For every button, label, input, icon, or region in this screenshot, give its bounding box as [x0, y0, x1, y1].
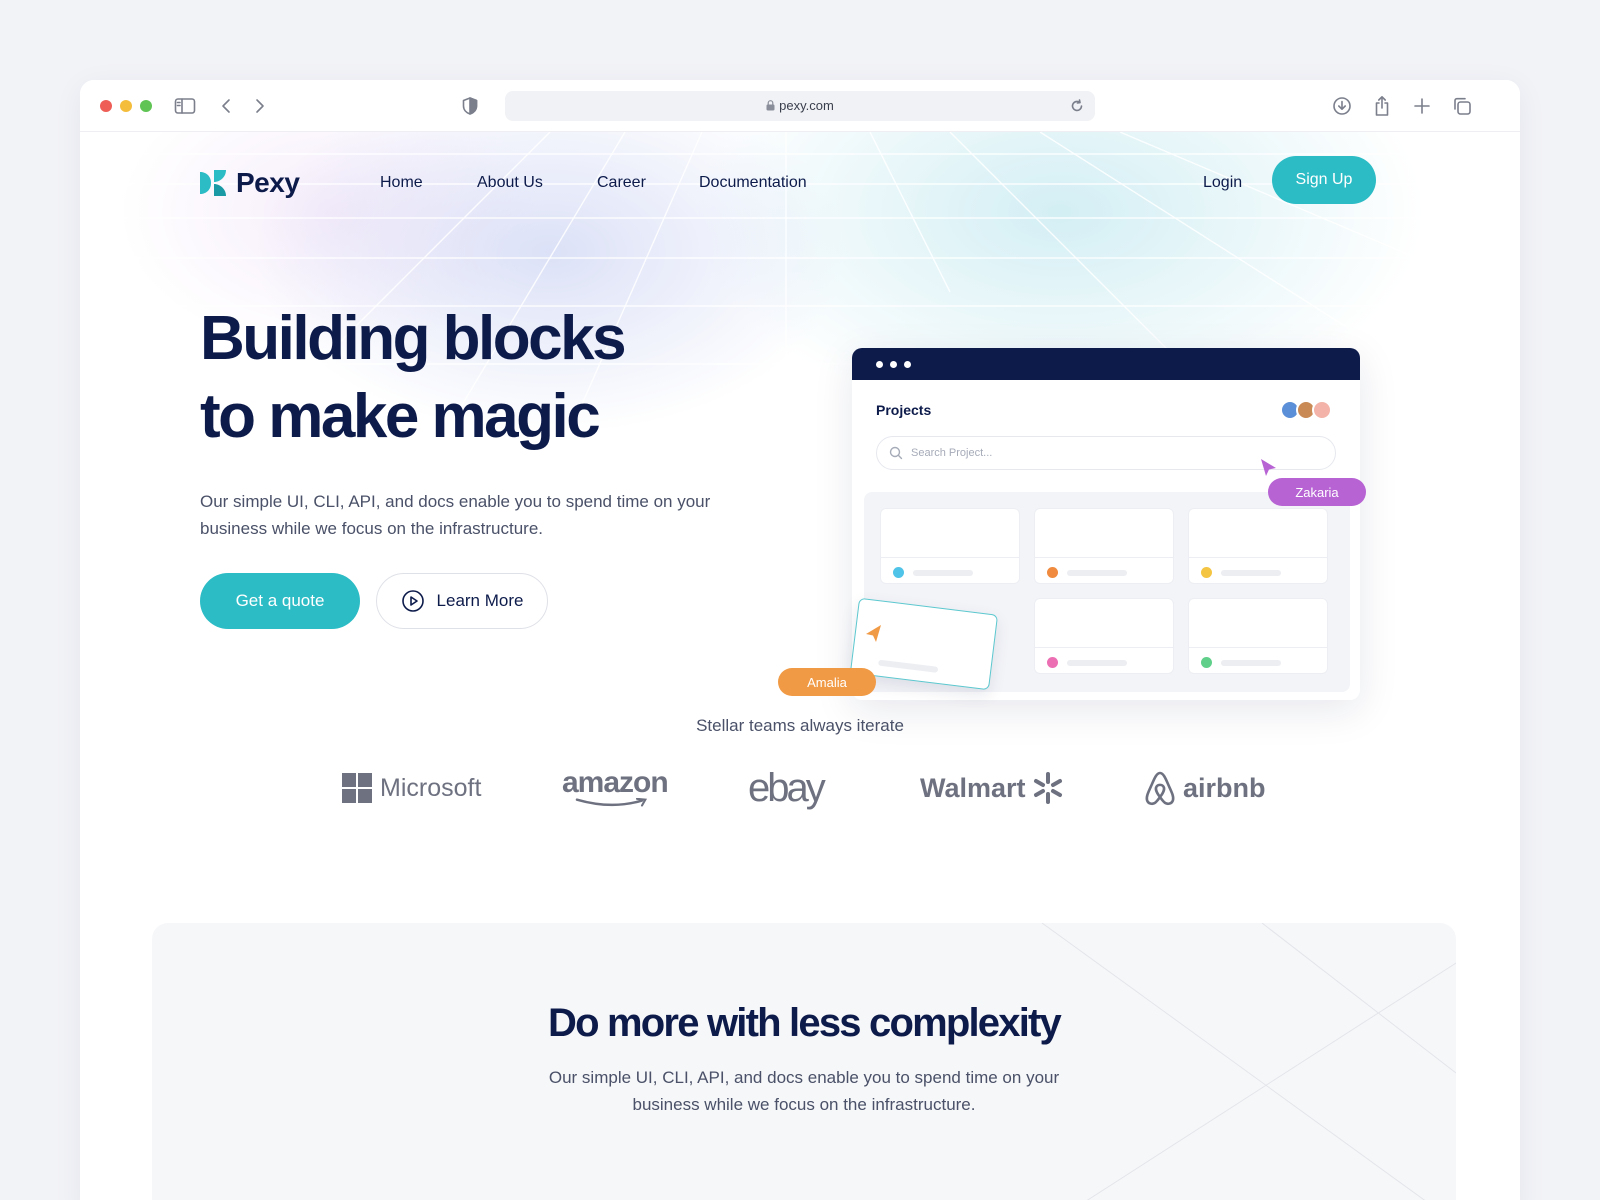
project-card[interactable] — [1034, 598, 1174, 674]
nav-link-about-us[interactable]: About Us — [477, 174, 543, 192]
section-background-lines — [1041, 923, 1456, 1200]
logos-title: Stellar teams always iterate — [696, 716, 904, 735]
pexy-logo-icon — [200, 170, 226, 196]
project-card[interactable] — [1188, 598, 1328, 674]
sidebar-toggle-icon[interactable] — [173, 94, 197, 118]
tab-overview-icon[interactable] — [1450, 94, 1474, 118]
status-dot — [893, 567, 904, 578]
microsoft-windows-icon — [342, 773, 372, 803]
project-card[interactable] — [880, 508, 1020, 584]
minimize-window-button[interactable] — [120, 100, 132, 112]
reload-icon[interactable] — [1065, 94, 1089, 118]
features-section: Do more with less complexity Our simple … — [152, 923, 1456, 1200]
amazon-logo: amazon — [562, 766, 669, 808]
amazon-smile-icon — [575, 798, 648, 807]
browser-window: pexy.com Pexy Home About Us Career Docum… — [80, 80, 1520, 1200]
ebay-logo: ebay — [748, 765, 826, 810]
url-text: pexy.com — [779, 98, 834, 113]
learn-more-button[interactable]: Learn More — [376, 573, 548, 629]
get-a-quote-button[interactable]: Get a quote — [200, 573, 360, 629]
avatar — [1312, 400, 1332, 420]
browser-toolbar: pexy.com — [80, 80, 1520, 132]
hero-section: Pexy Home About Us Career Documentation … — [80, 132, 1520, 752]
close-window-button[interactable] — [100, 100, 112, 112]
amazon-wordmark: amazon — [562, 766, 669, 799]
shield-icon[interactable] — [458, 94, 482, 118]
airbnb-logo: airbnb — [1143, 768, 1266, 808]
section-subtext: Our simple UI, CLI, API, and docs enable… — [548, 1068, 1060, 1114]
cursor-label-zakaria: Zakaria — [1268, 478, 1366, 506]
avatar-group — [1280, 400, 1340, 422]
walmart-wordmark: Walmart — [920, 772, 1026, 803]
microsoft-wordmark: Microsoft — [380, 773, 482, 802]
section-title: Do more with less complexity — [548, 1001, 1062, 1045]
brand-name: Pexy — [236, 167, 300, 198]
nav-link-home[interactable]: Home — [380, 174, 423, 192]
status-dot — [1201, 657, 1212, 668]
hero-headline-line-2: to make magic — [200, 382, 601, 451]
search-placeholder: Search Project... — [911, 447, 993, 459]
nav-link-career[interactable]: Career — [597, 174, 646, 192]
search-icon — [889, 446, 903, 460]
project-card[interactable] — [1188, 508, 1328, 584]
status-dot — [1047, 567, 1058, 578]
mockup-title: Projects — [876, 402, 932, 418]
airbnb-wordmark: airbnb — [1183, 772, 1266, 803]
signup-button[interactable]: Sign Up — [1272, 156, 1376, 204]
new-tab-icon[interactable] — [1410, 94, 1434, 118]
share-icon[interactable] — [1370, 94, 1394, 118]
hero-headline-line-1: Building blocks — [200, 304, 627, 373]
cursor-arrow-icon — [1261, 459, 1276, 476]
back-arrow-icon[interactable] — [215, 94, 239, 118]
cursor-label-amalia: Amalia — [778, 668, 876, 696]
learn-more-label: Learn More — [436, 591, 524, 610]
hero-headline: Building blocks to make magic — [200, 300, 840, 456]
project-card[interactable] — [1034, 508, 1174, 584]
forward-arrow-icon[interactable] — [247, 94, 271, 118]
brand-logo[interactable]: Pexy — [200, 167, 300, 198]
ebay-wordmark: ebay — [748, 765, 826, 810]
walmart-spark-icon — [1033, 772, 1062, 804]
hero-subtext: Our simple UI, CLI, API, and docs enable… — [200, 492, 711, 538]
download-icon[interactable] — [1330, 94, 1354, 118]
status-dot — [1047, 657, 1058, 668]
nav-link-documentation[interactable]: Documentation — [699, 174, 807, 192]
login-link[interactable]: Login — [1203, 174, 1242, 192]
address-bar[interactable]: pexy.com — [505, 91, 1095, 121]
status-dot — [1201, 567, 1212, 578]
play-icon — [401, 590, 424, 612]
airbnb-belo-icon — [1145, 771, 1175, 806]
cursor-arrow-icon — [866, 625, 881, 642]
lock-icon — [766, 100, 775, 111]
maximize-window-button[interactable] — [140, 100, 152, 112]
walmart-logo: Walmart — [920, 768, 1064, 808]
microsoft-logo: Microsoft — [342, 768, 481, 808]
mockup-titlebar — [852, 348, 1360, 380]
